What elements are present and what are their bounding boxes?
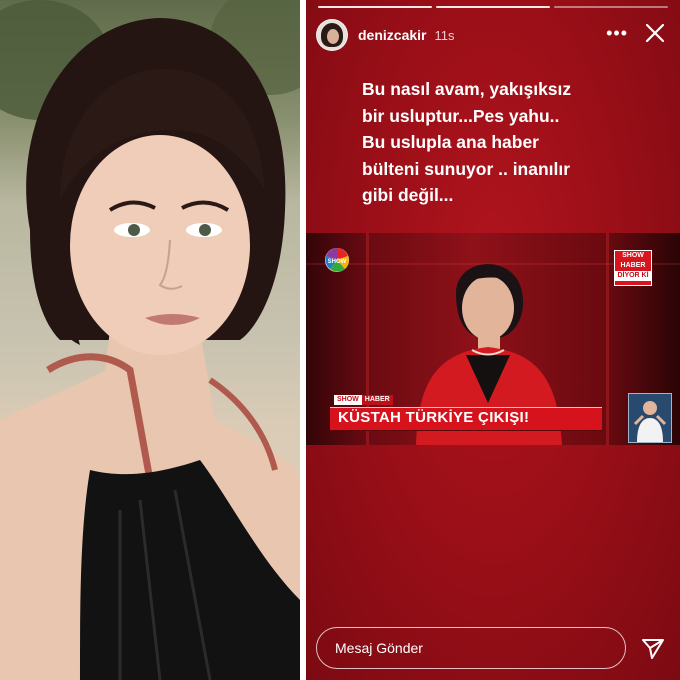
caption-line: Bu nasıl avam, yakışıksız — [362, 79, 572, 99]
tag-show: SHOW — [334, 395, 362, 405]
portrait-photo — [0, 0, 300, 680]
progress-segment — [554, 6, 668, 8]
send-icon[interactable] — [640, 636, 666, 662]
username[interactable]: denizcakir — [358, 27, 426, 43]
story-progress-bar — [318, 6, 668, 8]
instagram-story: denizcakir 11s ••• Bu nasıl avam, yakışı… — [306, 0, 680, 680]
show-haber-corner-logo: SHOW HABER DİYOR Kİ — [614, 250, 652, 286]
caption-line: bülteni sunuyor .. inanılır — [362, 158, 571, 179]
news-headline: KÜSTAH TÜRKİYE ÇIKIŞI! — [338, 409, 530, 426]
story-caption: Bu nasıl avam, yakışıksız bir usluptur..… — [362, 76, 652, 209]
avatar[interactable] — [316, 19, 348, 51]
show-tv-logo-icon: SHOW — [325, 248, 349, 272]
show-logo-text: SHOW — [328, 259, 347, 265]
post-time: 11s — [434, 27, 455, 43]
caption-line: Bu uslupla ana haber — [362, 132, 539, 152]
news-tag: SHOW HABER — [334, 395, 393, 405]
corner-logo-line: HABER — [620, 262, 646, 269]
progress-segment — [436, 6, 550, 8]
progress-segment — [318, 6, 432, 8]
caption-line: bir usluptur...Pes yahu.. — [362, 105, 560, 126]
portrait-illustration — [0, 0, 300, 680]
close-icon[interactable] — [642, 20, 668, 46]
more-options-icon[interactable]: ••• — [606, 24, 628, 42]
caption-line: gibi değil... — [362, 185, 454, 205]
tv-screenshot: SHOW SHOW HABER DİYOR Kİ SHOW HABER KÜST… — [306, 233, 680, 445]
news-headline-bar: KÜSTAH TÜRKİYE ÇIKIŞI! — [330, 407, 602, 431]
sign-language-interpreter — [628, 393, 672, 443]
message-input[interactable]: Mesaj Gönder — [316, 627, 626, 669]
tag-haber: HABER — [361, 395, 393, 405]
message-placeholder: Mesaj Gönder — [335, 640, 423, 656]
story-header: denizcakir 11s ••• — [316, 18, 672, 52]
corner-logo-line: SHOW — [622, 252, 644, 259]
corner-logo-line: DİYOR Kİ — [615, 271, 651, 281]
